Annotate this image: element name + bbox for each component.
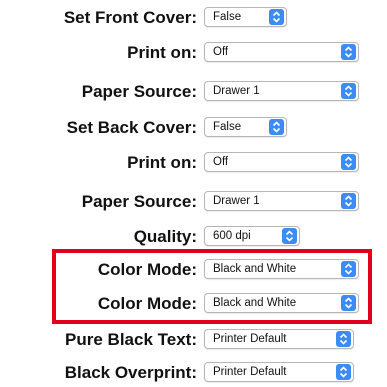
chevron-up-down-icon xyxy=(341,193,356,209)
chevron-up-down-icon xyxy=(341,83,356,99)
chevron-up-down-icon xyxy=(336,331,351,347)
popup-value: Drawer 1 xyxy=(213,85,260,97)
setting-label: Set Back Cover: xyxy=(66,118,197,137)
setting-row-set-front-cover: Set Front Cover: False xyxy=(0,6,387,30)
popup-value: Printer Default xyxy=(213,333,287,345)
chevron-up-down-icon xyxy=(282,228,297,244)
setting-row-back-paper-source: Paper Source: Drawer 1 xyxy=(0,190,387,214)
popup-value: Off xyxy=(213,46,229,58)
setting-row-pure-black-text: Pure Black Text: Printer Default xyxy=(0,328,387,352)
setting-label: Quality: xyxy=(133,227,197,246)
setting-row-back-print-on: Print on: Off xyxy=(0,151,387,175)
setting-label: Black Overprint: xyxy=(64,363,197,382)
popup-value: Off xyxy=(213,156,229,168)
popup-value: Drawer 1 xyxy=(213,195,260,207)
popup-value: False xyxy=(213,121,242,133)
setting-label: Print on: xyxy=(127,43,197,62)
back-paper-source-popup[interactable]: Drawer 1 xyxy=(204,191,359,211)
popup-value: Printer Default xyxy=(213,366,287,378)
chevron-up-down-icon xyxy=(269,9,284,25)
chevron-up-down-icon xyxy=(336,364,351,380)
set-front-cover-popup[interactable]: False xyxy=(204,7,287,27)
back-print-on-popup[interactable]: Off xyxy=(204,152,359,172)
setting-row-quality: Quality: 600 dpi xyxy=(0,225,387,249)
pure-black-text-popup[interactable]: Printer Default xyxy=(204,329,354,349)
chevron-up-down-icon xyxy=(269,119,284,135)
setting-label: Paper Source: xyxy=(81,192,197,211)
setting-row-set-back-cover: Set Back Cover: False xyxy=(0,116,387,140)
popup-value: False xyxy=(213,11,242,23)
front-paper-source-popup[interactable]: Drawer 1 xyxy=(204,81,359,101)
chevron-up-down-icon xyxy=(341,154,356,170)
set-back-cover-popup[interactable]: False xyxy=(204,117,287,137)
setting-label: Pure Black Text: xyxy=(65,330,197,349)
setting-row-black-overprint: Black Overprint: Printer Default xyxy=(0,361,387,385)
setting-label: Set Front Cover: xyxy=(63,8,197,27)
quality-popup[interactable]: 600 dpi xyxy=(204,226,300,246)
setting-row-front-paper-source: Paper Source: Drawer 1 xyxy=(0,80,387,104)
black-overprint-popup[interactable]: Printer Default xyxy=(204,362,354,382)
front-print-on-popup[interactable]: Off xyxy=(204,42,359,62)
chevron-up-down-icon xyxy=(341,44,356,60)
popup-value: 600 dpi xyxy=(213,230,251,242)
setting-row-front-print-on: Print on: Off xyxy=(0,41,387,65)
setting-label: Print on: xyxy=(127,153,197,172)
setting-label: Paper Source: xyxy=(81,82,197,101)
color-mode-highlight-box xyxy=(52,249,372,324)
